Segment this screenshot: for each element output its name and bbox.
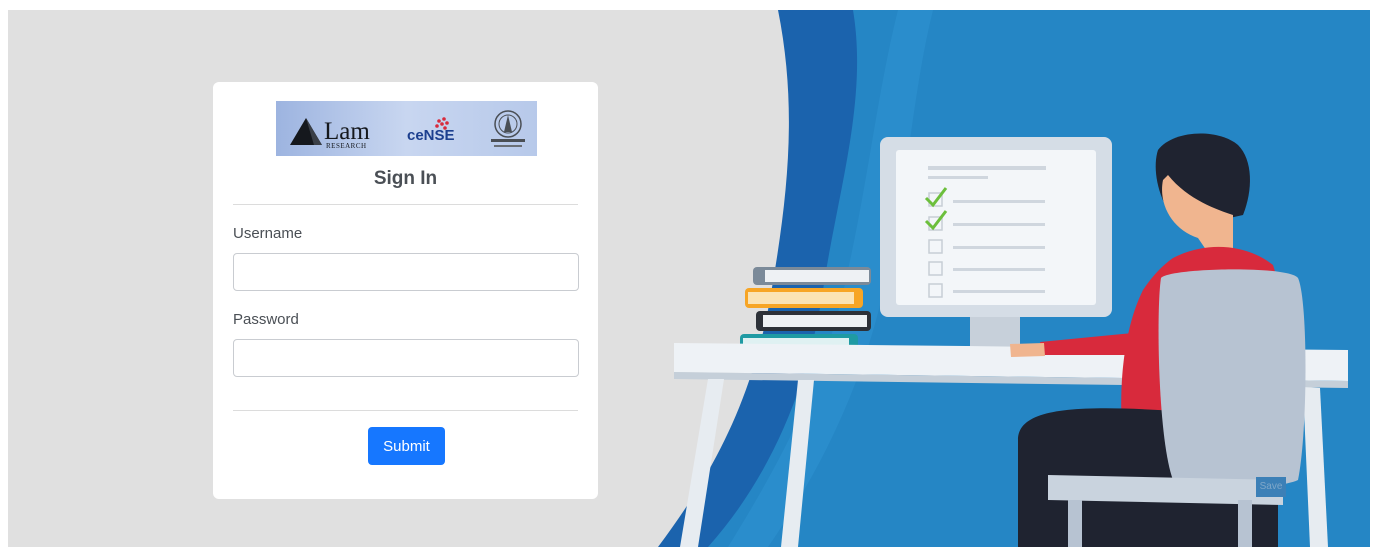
- lam-logo-subtext: RESEARCH: [326, 142, 367, 150]
- submit-button[interactable]: Submit: [368, 427, 445, 465]
- username-input[interactable]: [233, 253, 579, 291]
- login-card: Lam RESEARCH ceNSE Sign In Username Pass…: [213, 82, 598, 499]
- lam-logo-icon: [290, 118, 322, 145]
- username-label: Username: [233, 225, 303, 242]
- lam-logo-text: Lam: [324, 118, 370, 145]
- header-divider: [233, 204, 578, 205]
- partner-logos-banner: Lam RESEARCH ceNSE: [276, 101, 537, 156]
- logos: Lam RESEARCH ceNSE: [290, 110, 525, 150]
- password-label: Password: [233, 311, 299, 328]
- login-page: Save Lam RESEARCH ceNSE Sign In Username…: [8, 10, 1370, 547]
- password-input[interactable]: [233, 339, 579, 377]
- iisc-emblem-icon: [491, 110, 525, 147]
- footer-divider: [233, 410, 578, 411]
- cense-logo-text: ceNSE: [407, 127, 455, 144]
- ghost-save-button: Save: [1256, 477, 1286, 497]
- sign-in-title: Sign In: [373, 168, 438, 189]
- cense-logo-icon: ceNSE: [407, 117, 455, 144]
